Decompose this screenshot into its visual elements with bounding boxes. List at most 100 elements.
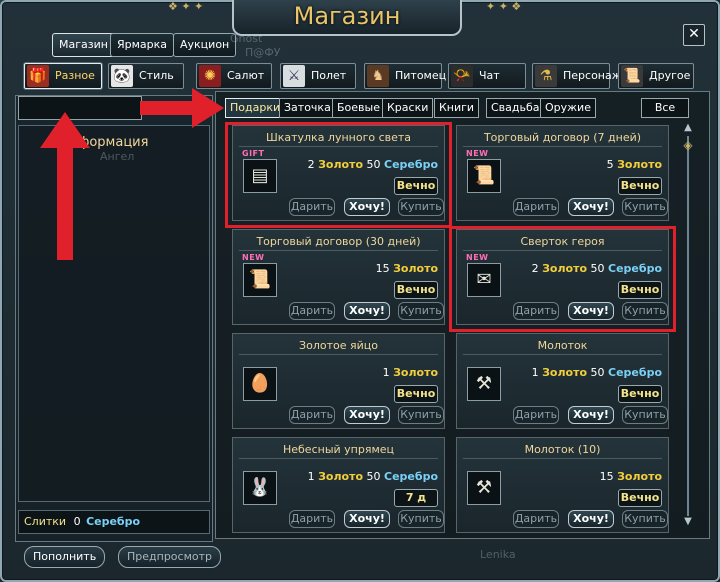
buy-button[interactable]: Купить — [398, 406, 444, 424]
category-label: Разное — [55, 69, 95, 82]
item-name: Золотое яйцо — [299, 339, 378, 352]
contract-icon: 📜 — [467, 159, 501, 193]
gold-unit: Золото — [617, 470, 662, 483]
category-label: Персонаж — [563, 69, 622, 82]
gift-button[interactable]: Дарить — [513, 510, 559, 528]
category-label: Питомец — [395, 69, 447, 82]
subtab-gifts[interactable]: Подарки — [225, 98, 286, 118]
all-button[interactable]: Все — [641, 98, 689, 118]
category-other[interactable]: 📜 Другое — [618, 63, 694, 89]
item-card[interactable]: Торговый договор (7 дней) NEW 📜 5 Золото… — [456, 125, 669, 221]
divider — [463, 146, 662, 147]
gift-button[interactable]: Дарить — [289, 302, 335, 320]
highlight-frame — [449, 226, 676, 332]
item-card[interactable]: Небесный упрямец 🐰 1 Золото 50 Серебро 7… — [232, 437, 445, 533]
ghost-text: П@ФУ — [245, 46, 281, 59]
subtab-sharpening[interactable]: Заточка — [279, 98, 336, 118]
category-character[interactable]: ⚗ Персонаж — [532, 63, 622, 89]
category-pet[interactable]: ♞ Питомец — [364, 63, 446, 89]
ingots-label: Слитки — [24, 515, 67, 528]
duration-select[interactable]: 7 д — [394, 489, 438, 507]
item-price: 1 Золото 50 Серебро — [532, 366, 662, 379]
subtab-combat[interactable]: Боевые — [332, 98, 385, 118]
gift-button[interactable]: Дарить — [289, 406, 335, 424]
buy-button[interactable]: Купить — [622, 510, 668, 528]
subtab-books[interactable]: Книги — [434, 98, 480, 118]
item-price: 1 Золото — [383, 366, 438, 379]
item-card[interactable]: Торговый договор (30 дней) NEW 📜 15 Золо… — [232, 229, 445, 325]
category-label: Чат — [479, 69, 500, 82]
close-button[interactable]: ✕ — [683, 24, 705, 46]
gold-amount: 1 — [307, 470, 315, 483]
subtab-wedding[interactable]: Свадьба — [486, 98, 545, 118]
divider — [463, 458, 662, 459]
item-card[interactable]: Золотое яйцо 🥚 1 Золото Вечно Дарить Хоч… — [232, 333, 445, 429]
scroll-thumb[interactable]: ◈ — [683, 138, 693, 168]
want-button[interactable]: Хочу! — [344, 406, 390, 424]
scroll-up-icon[interactable]: ▲ — [682, 122, 694, 133]
duration-select[interactable]: Вечно — [394, 385, 438, 403]
want-button[interactable]: Хочу! — [568, 198, 614, 216]
subtab-paints[interactable]: Краски — [382, 98, 434, 118]
scrollbar[interactable]: ▲ ◈ ▼ — [682, 122, 694, 528]
gift-icon: 🎁 — [27, 65, 49, 87]
duration-select[interactable]: Вечно — [394, 281, 438, 299]
arrow-right-icon — [140, 88, 224, 128]
currency-bar: Слитки 0 Серебро — [18, 510, 210, 534]
item-name: Небесный упрямец — [282, 443, 394, 456]
buy-button[interactable]: Купить — [398, 302, 444, 320]
mount-icon: 🐰 — [243, 471, 277, 505]
gold-unit: Золото — [318, 470, 364, 483]
panda-icon: 🐼 — [111, 65, 133, 87]
category-style[interactable]: 🐼 Стиль — [108, 63, 184, 89]
gift-button[interactable]: Дарить — [289, 510, 335, 528]
horn-icon: 📯 — [451, 65, 473, 87]
ingots-unit: Серебро — [86, 515, 141, 528]
egg-icon: 🥚 — [243, 367, 277, 401]
tab-auction[interactable]: Аукцион — [173, 33, 237, 57]
category-flight[interactable]: ⚔ Полет — [280, 63, 356, 89]
ghost-player-name: Ghost — [230, 32, 263, 45]
divider — [463, 354, 662, 355]
scroll-down-icon[interactable]: ▼ — [682, 516, 694, 527]
want-button[interactable]: Хочу! — [568, 510, 614, 528]
duration-select[interactable]: Вечно — [618, 385, 662, 403]
want-button[interactable]: Хочу! — [344, 510, 390, 528]
gift-button[interactable]: Дарить — [513, 198, 559, 216]
topup-button[interactable]: Пополнить — [24, 546, 106, 568]
want-button[interactable]: Хочу! — [568, 406, 614, 424]
buy-button[interactable]: Купить — [398, 510, 444, 528]
category-label: Другое — [649, 69, 691, 82]
tab-shop[interactable]: Магазин — [52, 33, 115, 57]
preview-button[interactable]: Предпросмотр — [118, 546, 221, 568]
category-bar: 🎁 Разное 🐼 Стиль ✺ Салют ⚔ Полет ♞ Питом… — [24, 63, 694, 89]
item-price: 5 Золото — [607, 158, 662, 171]
item-card[interactable]: Молоток (10) ⚒ 15 Золото Вечно Дарить Хо… — [456, 437, 669, 533]
category-chat[interactable]: 📯 Чат — [448, 63, 526, 89]
divider — [239, 250, 438, 251]
sword-icon: ⚔ — [283, 65, 305, 87]
scroll-rail — [687, 136, 689, 516]
highlight-frame — [225, 122, 452, 228]
title-plate: Магазин — [232, 0, 462, 36]
duration-select[interactable]: Вечно — [618, 489, 662, 507]
title-ornament-right-icon: ✦ ✦ ❖ — [486, 0, 522, 13]
tab-fair[interactable]: Ярмарка — [110, 33, 175, 57]
duration-select[interactable]: Вечно — [618, 177, 662, 195]
category-label: Салют — [227, 69, 265, 82]
potion-icon: ⚗ — [535, 65, 557, 87]
buy-button[interactable]: Купить — [622, 406, 668, 424]
silver-unit: Серебро — [608, 366, 662, 379]
arrow-up-icon — [40, 112, 90, 260]
category-misc[interactable]: 🎁 Разное — [24, 63, 102, 89]
contract-icon: 📜 — [243, 263, 277, 297]
scroll-icon: 📜 — [621, 65, 643, 87]
ingots-amount: 0 — [73, 515, 81, 528]
category-salute[interactable]: ✺ Салют — [196, 63, 272, 89]
item-card[interactable]: Молоток ⚒ 1 Золото 50 Серебро Вечно Дари… — [456, 333, 669, 429]
buy-button[interactable]: Купить — [622, 198, 668, 216]
gift-button[interactable]: Дарить — [513, 406, 559, 424]
want-button[interactable]: Хочу! — [344, 302, 390, 320]
subtab-weapons[interactable]: Оружие — [540, 98, 596, 118]
ghost-text: Ангел — [100, 150, 135, 163]
